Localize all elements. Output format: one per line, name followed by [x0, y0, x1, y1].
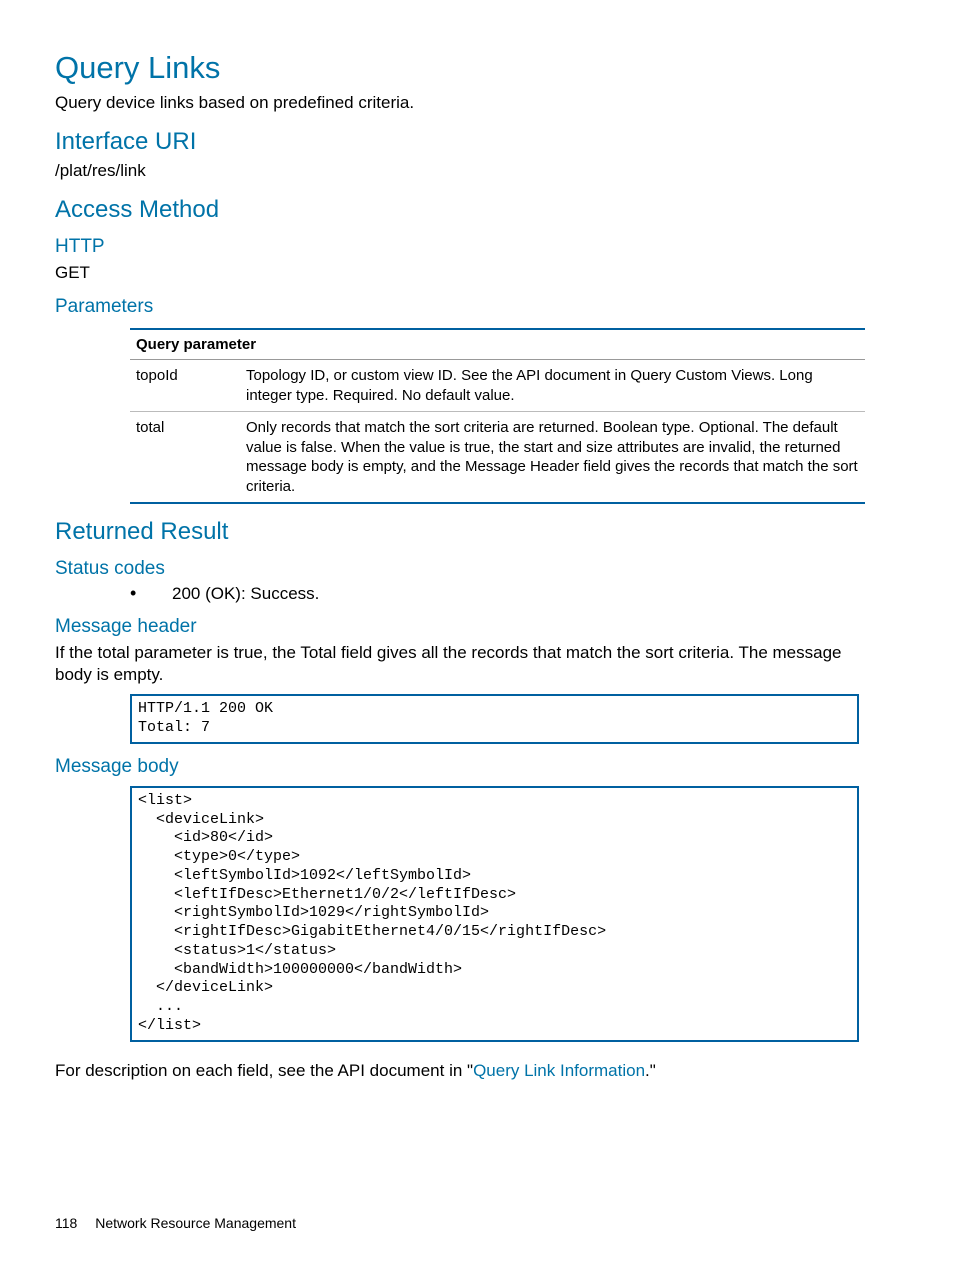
parameters-table: Query parameter topoId Topology ID, or c… [130, 328, 865, 504]
bullet-icon: • [130, 584, 172, 602]
message-body-after: For description on each field, see the A… [55, 1060, 899, 1082]
status-code-text: 200 (OK): Success. [172, 584, 319, 604]
param-name: topoId [130, 360, 240, 412]
table-row: topoId Topology ID, or custom view ID. S… [130, 360, 865, 412]
heading-http: HTTP [55, 236, 899, 258]
page-number: 118 [55, 1215, 77, 1231]
heading-parameters: Parameters [55, 296, 899, 318]
heading-access-method: Access Method [55, 196, 899, 224]
heading-message-header: Message header [55, 616, 899, 638]
after-text-pre: For description on each field, see the A… [55, 1061, 473, 1080]
heading-status-codes: Status codes [55, 558, 899, 580]
intro-text: Query device links based on predefined c… [55, 92, 899, 114]
param-desc: Only records that match the sort criteri… [240, 412, 865, 504]
param-desc: Topology ID, or custom view ID. See the … [240, 360, 865, 412]
query-link-information-link[interactable]: Query Link Information [473, 1061, 645, 1080]
param-name: total [130, 412, 240, 504]
chapter-name: Network Resource Management [95, 1215, 296, 1231]
page-title: Query Links [55, 50, 899, 86]
after-text-post: ." [645, 1061, 656, 1080]
heading-interface-uri: Interface URI [55, 128, 899, 156]
table-header: Query parameter [130, 329, 865, 360]
heading-message-body: Message body [55, 756, 899, 778]
status-code-bullet: • 200 (OK): Success. [130, 584, 899, 604]
page-footer: 118 Network Resource Management [55, 1215, 296, 1231]
interface-uri-value: /plat/res/link [55, 160, 899, 182]
heading-returned-result: Returned Result [55, 518, 899, 546]
message-header-code: HTTP/1.1 200 OK Total: 7 [130, 694, 859, 744]
table-row: total Only records that match the sort c… [130, 412, 865, 504]
message-header-para: If the total parameter is true, the Tota… [55, 642, 859, 686]
http-method-value: GET [55, 262, 899, 284]
message-body-code: <list> <deviceLink> <id>80</id> <type>0<… [130, 786, 859, 1042]
